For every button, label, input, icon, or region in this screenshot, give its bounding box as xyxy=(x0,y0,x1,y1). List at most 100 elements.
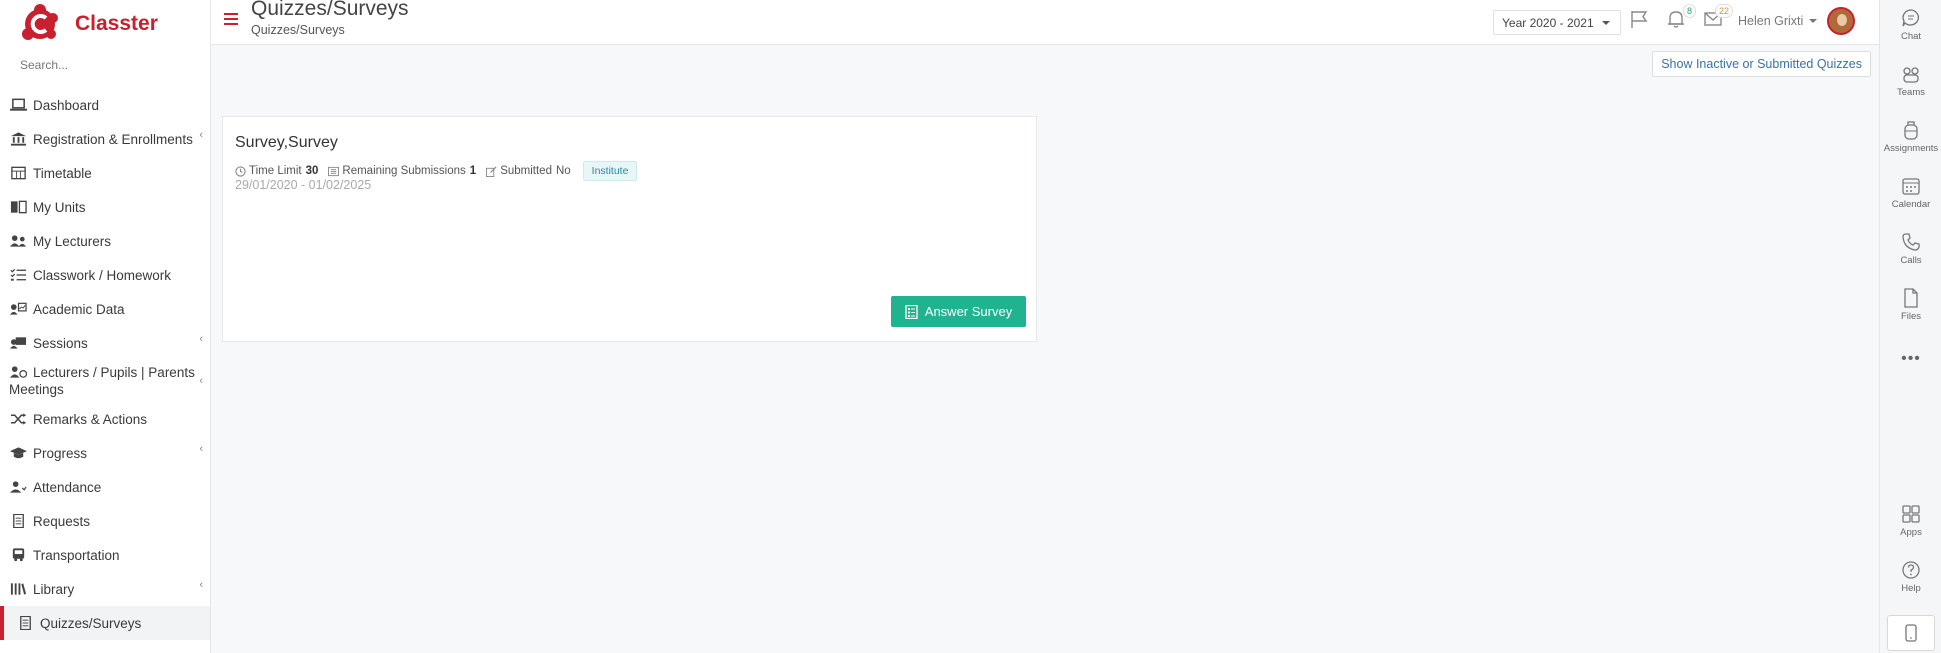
sidebar-item-my-units[interactable]: My Units xyxy=(0,190,210,224)
sidebar-item-label: Sessions xyxy=(33,335,88,351)
year-selector[interactable]: Year 2020 - 2021 xyxy=(1493,10,1621,35)
chevron-left-icon: ‹ xyxy=(199,333,203,345)
right-rail: Chat Teams Assignments Calendar Calls Fi… xyxy=(1879,0,1941,653)
shuffle-icon xyxy=(9,412,27,426)
sidebar-item-my-lecturers[interactable]: My Lecturers xyxy=(0,224,210,258)
caret-down-icon xyxy=(1809,19,1818,23)
sidebar-item-dashboard[interactable]: Dashboard xyxy=(0,88,210,122)
submitted-value: No xyxy=(555,165,571,177)
rail-assignments[interactable]: Assignments xyxy=(1880,120,1941,154)
edit-icon xyxy=(486,165,497,177)
sidebar-item-registration[interactable]: Registration & Enrollments ‹ xyxy=(0,122,210,156)
checklist-icon xyxy=(9,268,27,282)
show-inactive-button[interactable]: Show Inactive or Submitted Quizzes xyxy=(1652,51,1871,77)
sidebar-item-label: My Lecturers xyxy=(33,233,112,249)
messages-badge: 22 xyxy=(1714,4,1733,18)
sessions-icon xyxy=(9,336,27,350)
toolbar: Show Inactive or Submitted Quizzes xyxy=(211,45,1879,83)
users-icon xyxy=(9,234,27,248)
more-icon[interactable]: ••• xyxy=(1880,350,1941,368)
chat-icon xyxy=(1902,9,1920,27)
user-name: Helen Grixti xyxy=(1738,14,1804,28)
user-menu[interactable]: Helen Grixti xyxy=(1738,0,1818,42)
sidebar-item-label: Classwork / Homework xyxy=(33,267,172,283)
rail-label: Teams xyxy=(1897,87,1925,98)
sidebar-search xyxy=(0,48,210,82)
remaining-label: Remaining Submissions xyxy=(342,165,466,177)
sidebar-item-academic-data[interactable]: Academic Data xyxy=(0,292,210,326)
institution-icon xyxy=(9,132,27,146)
sidebar-item-label: Transportation xyxy=(33,547,120,563)
flag-icon[interactable] xyxy=(1629,9,1651,31)
mobile-icon xyxy=(1905,624,1917,642)
sidebar-item-requests[interactable]: Requests xyxy=(0,504,210,538)
time-limit: Time Limit 30 xyxy=(235,165,318,177)
rail-apps[interactable]: Apps xyxy=(1880,504,1941,538)
book-icon xyxy=(9,200,27,214)
search-input[interactable] xyxy=(20,58,200,72)
mail-icon[interactable]: 22 xyxy=(1703,4,1733,31)
logo[interactable]: Classter xyxy=(0,0,210,48)
sidebar-nav: Dashboard Registration & Enrollments ‹ T… xyxy=(0,88,210,640)
calendar-grid-icon xyxy=(9,166,27,180)
sidebar-item-attendance[interactable]: Attendance xyxy=(0,470,210,504)
laptop-icon xyxy=(9,98,27,112)
sidebar-item-library[interactable]: Library ‹ xyxy=(0,572,210,606)
survey-icon xyxy=(905,304,918,319)
sidebar-item-classwork[interactable]: Classwork / Homework xyxy=(0,258,210,292)
mobile-app-button[interactable] xyxy=(1887,615,1935,651)
file-icon xyxy=(1904,288,1918,308)
sidebar-item-quizzes[interactable]: Quizzes/Surveys xyxy=(0,606,210,640)
sidebar-item-label: Library xyxy=(33,581,75,597)
chevron-left-icon: ‹ xyxy=(199,375,203,387)
submitted-label: Submitted xyxy=(500,165,552,177)
bell-icon[interactable]: 8 xyxy=(1666,4,1696,31)
remaining-value: 1 xyxy=(469,165,477,177)
rail-label: Calendar xyxy=(1891,199,1931,210)
rail-label: Files xyxy=(1900,311,1922,322)
graduation-cap-icon xyxy=(9,446,27,460)
backpack-icon xyxy=(1904,121,1918,140)
avatar[interactable] xyxy=(1827,7,1855,35)
notifications-badge: 8 xyxy=(1682,4,1696,18)
top-header: Quizzes/Surveys Quizzes/Surveys Year 202… xyxy=(211,0,1879,45)
rail-chat[interactable]: Chat xyxy=(1880,8,1941,42)
meeting-icon xyxy=(9,365,27,379)
rail-calendar[interactable]: Calendar xyxy=(1880,176,1941,210)
breadcrumb: Quizzes/Surveys xyxy=(251,23,345,37)
classter-logo-icon xyxy=(20,4,60,44)
sidebar-item-label: Lecturers / Pupils | Parents Meetings xyxy=(9,365,195,397)
rail-calls[interactable]: Calls xyxy=(1880,232,1941,266)
rail-files[interactable]: Files xyxy=(1880,288,1941,322)
teams-icon xyxy=(1903,67,1919,83)
rail-help[interactable]: Help xyxy=(1880,560,1941,594)
sidebar-item-label: Attendance xyxy=(33,479,102,495)
sidebar-item-label: Timetable xyxy=(33,165,92,181)
year-selector-label: Year 2020 - 2021 xyxy=(1502,15,1594,30)
rail-teams[interactable]: Teams xyxy=(1880,64,1941,98)
remaining-submissions: Remaining Submissions 1 xyxy=(328,165,476,177)
phone-icon xyxy=(1902,233,1920,251)
sidebar-item-label: Quizzes/Surveys xyxy=(40,615,142,631)
bus-icon xyxy=(9,548,27,562)
chevron-left-icon: ‹ xyxy=(199,129,203,141)
sidebar-item-timetable[interactable]: Timetable xyxy=(0,156,210,190)
sidebar: Classter Dashboard Registration & Enroll… xyxy=(0,0,211,653)
sidebar-item-transportation[interactable]: Transportation xyxy=(0,538,210,572)
sidebar-item-label: Progress xyxy=(33,445,88,461)
user-check-icon xyxy=(9,480,27,494)
rail-label: Assignments xyxy=(1883,143,1939,154)
main-content: Survey,Survey Time Limit 30 Remaining Sub… xyxy=(211,83,1879,653)
sidebar-item-sessions[interactable]: Sessions ‹ xyxy=(0,326,210,360)
survey-card: Survey,Survey Time Limit 30 Remaining Sub… xyxy=(222,116,1037,342)
sidebar-item-progress[interactable]: Progress ‹ xyxy=(0,436,210,470)
answer-survey-button[interactable]: Answer Survey xyxy=(891,296,1026,327)
sidebar-item-meetings[interactable]: Lecturers / Pupils | Parents Meetings ‹ xyxy=(0,360,210,402)
chevron-left-icon: ‹ xyxy=(199,443,203,455)
sidebar-item-label: Academic Data xyxy=(33,301,125,317)
menu-toggle-icon[interactable] xyxy=(224,13,238,26)
sidebar-item-remarks[interactable]: Remarks & Actions xyxy=(0,402,210,436)
list-icon xyxy=(328,166,340,176)
document-icon xyxy=(9,514,27,528)
survey-title: Survey,Survey xyxy=(235,134,338,151)
